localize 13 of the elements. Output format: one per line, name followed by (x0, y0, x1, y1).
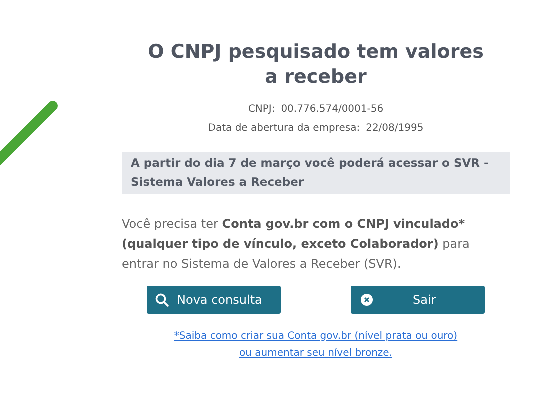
close-icon (361, 294, 373, 306)
page-title: O CNPJ pesquisado tem valores a receber (147, 40, 485, 90)
info-paragraph: Você precisa ter Conta gov.br com o CNPJ vinculado* (qualquer tipo de vínculo, exceto Colaborador) para entrar no Sistema de Valores a Receber (SVR). (122, 216, 471, 273)
opening-date-value: 22/08/1995 (366, 122, 424, 136)
help-link[interactable]: *Saiba como criar sua Conta gov.br (nível prata ou ouro) ou aumentar seu nível bronze. (174, 328, 458, 362)
new-search-button[interactable]: Nova consulta (147, 286, 281, 314)
search-icon (155, 293, 169, 307)
cnpj-label: CNPJ: (248, 103, 276, 117)
cnpj-value: 00.776.574/0001-56 (281, 103, 384, 117)
checkmark-icon (0, 100, 60, 166)
exit-button[interactable]: Sair (351, 286, 485, 314)
opening-date-label: Data de abertura da empresa: (208, 122, 360, 136)
notice-banner: A partir do dia 7 de março você poderá acessar o SVR - Sistema Valores a Receber (122, 152, 510, 194)
